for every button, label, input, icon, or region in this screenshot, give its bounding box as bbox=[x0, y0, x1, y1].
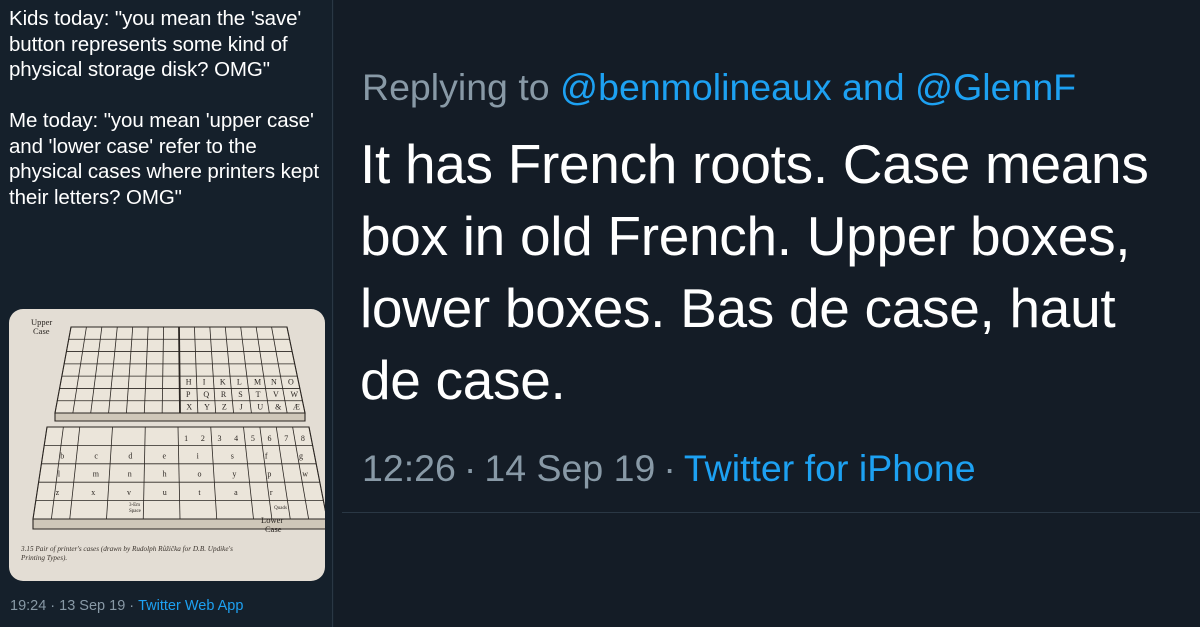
upper-case-letter: O bbox=[288, 378, 294, 387]
lower-case-letter: m bbox=[93, 470, 100, 479]
tweet-divider bbox=[342, 512, 1200, 513]
lower-case-letter: y bbox=[232, 470, 236, 479]
lower-case-figure: 2 bbox=[201, 434, 205, 443]
mention-link-glennf[interactable]: @GlennF bbox=[915, 66, 1076, 108]
lower-case-letter: h bbox=[163, 470, 167, 479]
lower-case-letter: p bbox=[267, 470, 271, 479]
lower-case-letter: w bbox=[302, 470, 308, 479]
lower-case-letter: f bbox=[265, 451, 268, 460]
lower-case-letter: o bbox=[198, 470, 202, 479]
upper-case-letter: I bbox=[203, 378, 206, 387]
lower-case-letter: d bbox=[128, 451, 132, 460]
left-tweet-source-link[interactable]: Twitter Web App bbox=[138, 598, 243, 614]
right-tweet-text: It has French roots. Case means box in o… bbox=[360, 133, 1149, 411]
upper-case-letter: S bbox=[238, 390, 242, 399]
lower-case-letter: u bbox=[163, 488, 167, 497]
upper-case-letter: T bbox=[256, 390, 261, 399]
replying-to-line: Replying to @benmolineaux and @GlennF bbox=[362, 64, 1076, 110]
quads-label: Quads bbox=[274, 506, 287, 511]
lower-case-letter: g bbox=[299, 451, 303, 460]
lower-case-letter: b bbox=[60, 451, 64, 460]
lower-case-letter: a bbox=[234, 488, 238, 497]
upper-case-letter: P bbox=[186, 390, 191, 399]
right-tweet: Replying to @benmolineaux and @GlennF It… bbox=[334, 0, 1200, 627]
upper-case-letter: & bbox=[275, 402, 282, 411]
replying-to-label: Replying to bbox=[362, 66, 550, 108]
space-label: 3-Em bbox=[129, 503, 140, 508]
upper-case-letter: Q bbox=[203, 390, 209, 399]
separator-dot: · bbox=[463, 447, 477, 489]
lower-case-letter: z bbox=[56, 488, 60, 497]
left-tweet-time[interactable]: 19:24 bbox=[10, 598, 46, 614]
left-tweet-date[interactable]: 13 Sep 19 bbox=[59, 598, 125, 614]
separator-dot: · bbox=[663, 447, 676, 489]
lower-case-label: Lower Case bbox=[261, 515, 285, 534]
space-label: Space bbox=[129, 509, 142, 514]
right-tweet-time[interactable]: 12:26 bbox=[362, 447, 456, 489]
lower-case-letter: s bbox=[231, 451, 234, 460]
lower-case-figure: 8 bbox=[301, 434, 305, 443]
lower-case-figure: 3 bbox=[217, 434, 221, 443]
lower-case-figure: 4 bbox=[234, 434, 238, 443]
lower-case-figure: 1 bbox=[184, 434, 188, 443]
upper-case-label: Upper Case bbox=[31, 317, 54, 336]
lower-case-figure: 6 bbox=[268, 434, 272, 443]
separator-dot: · bbox=[129, 598, 135, 614]
lower-case-letter: n bbox=[128, 470, 132, 479]
right-tweet-source-link[interactable]: Twitter for iPhone bbox=[684, 447, 976, 489]
lower-case-letter: x bbox=[91, 488, 95, 497]
upper-case-letter: L bbox=[237, 378, 242, 387]
separator-dot: · bbox=[50, 598, 56, 614]
right-tweet-metadata: 12:26 · 14 Sep 19 · Twitter for iPhone bbox=[362, 445, 976, 491]
figure-caption: 3.15 Pair of printer's cases (drawn by R… bbox=[20, 544, 235, 562]
upper-case-letter: Y bbox=[204, 402, 210, 411]
upper-case-letter: J bbox=[240, 402, 243, 411]
upper-case-letter: K bbox=[220, 378, 226, 387]
mention-link-benmolineaux[interactable]: @benmolineaux bbox=[560, 66, 832, 108]
lower-case-letter: c bbox=[94, 451, 98, 460]
upper-case-letter: N bbox=[271, 378, 277, 387]
upper-case-letter: Z bbox=[222, 402, 227, 411]
lower-case-letter: v bbox=[127, 488, 131, 497]
lower-case-letter: e bbox=[163, 451, 167, 460]
upper-case-letter: H bbox=[186, 378, 192, 387]
upper-case-letter: R bbox=[221, 390, 227, 399]
right-tweet-date[interactable]: 14 Sep 19 bbox=[484, 447, 655, 489]
upper-case-letter: X bbox=[186, 402, 192, 411]
lower-case-letter: r bbox=[270, 488, 273, 497]
mention-conjunction: and bbox=[842, 66, 905, 108]
upper-case-letter: W bbox=[290, 390, 298, 399]
left-tweet-metadata: 19:24 · 13 Sep 19 · Twitter Web App bbox=[10, 597, 243, 615]
printers-case-illustration: H I K L M N OP Q R S T V WX Y Z J U & Æ 1 2 3 4 5 6 7 8b c d e i s f gl m… bbox=[20, 317, 325, 562]
upper-case-letter: M bbox=[254, 378, 261, 387]
tweet-photo-printers-cases[interactable]: H I K L M N O P Q R S T V W X Y Z J U & Æ 12345678bcdeisfglm… bbox=[9, 309, 325, 581]
lower-case-figure: 7 bbox=[284, 434, 288, 443]
left-tweet: Kids today: "you mean the 'save' button … bbox=[0, 0, 333, 627]
upper-case-letter: U bbox=[257, 402, 263, 411]
upper-case-letter: V bbox=[273, 390, 279, 399]
left-tweet-text: Kids today: "you mean the 'save' button … bbox=[9, 7, 319, 209]
lower-case-figure: 5 bbox=[251, 434, 255, 443]
upper-case-letter: Æ bbox=[293, 402, 300, 411]
